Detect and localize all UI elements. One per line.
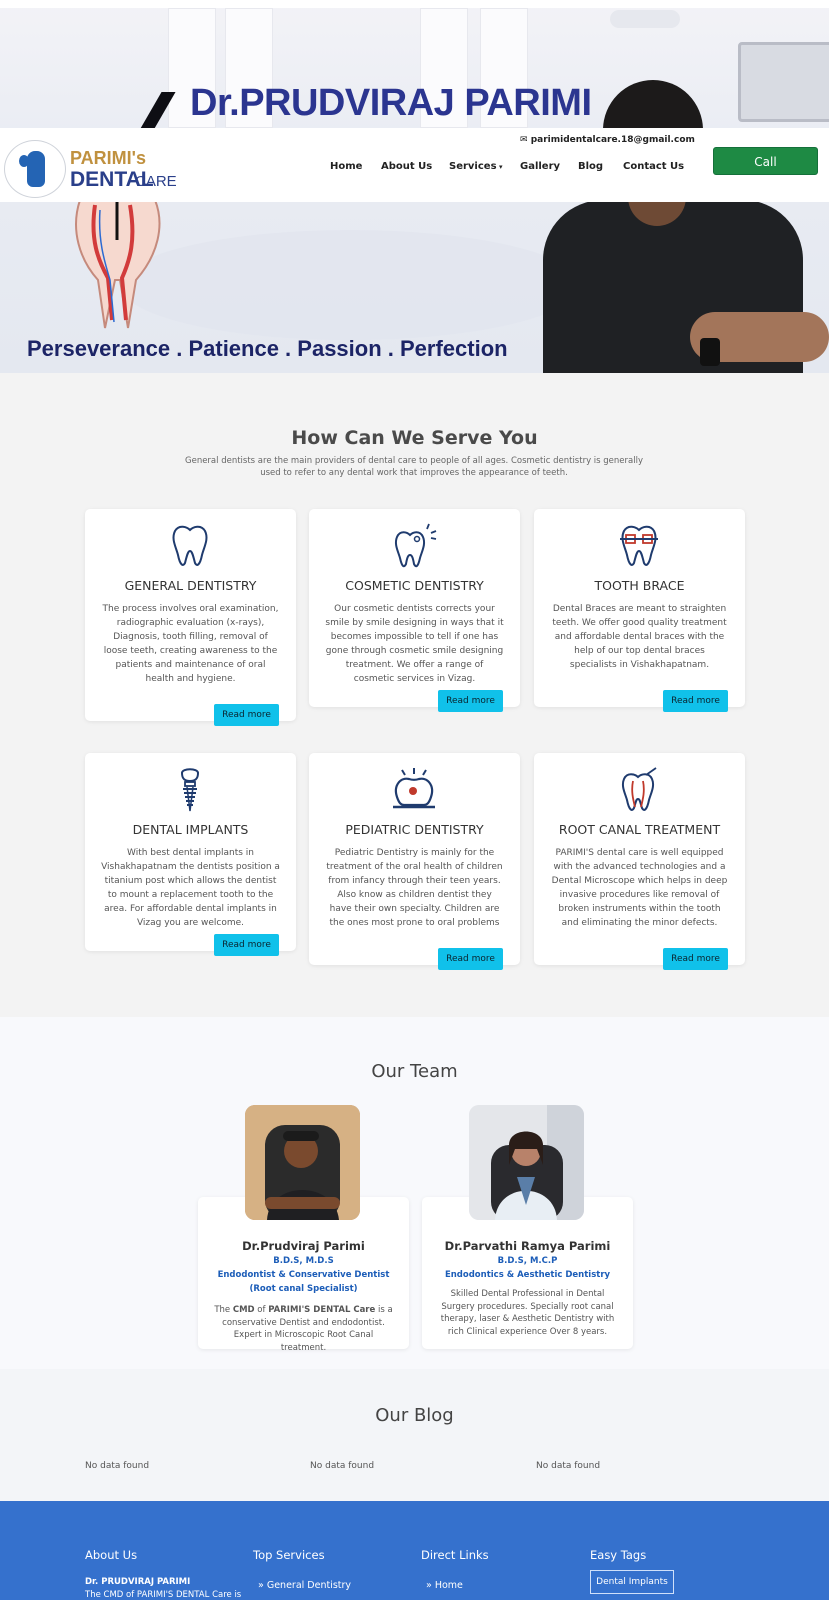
pediatric-tooth-icon (393, 768, 435, 809)
footer-service-link-label: General Dentistry (266, 1580, 352, 1591)
double-chevron-right-icon: » (426, 1580, 435, 1591)
hero-top-strip (0, 0, 829, 8)
tooth-icon (172, 525, 208, 566)
root-canal-tooth-illustration (75, 200, 161, 329)
service-description: Dental Braces are meant to straighten te… (552, 604, 727, 670)
service-card-root-canal: ROOT CANAL TREATMENT PARIMI'S dental car… (534, 753, 745, 970)
read-more-button[interactable]: Read more (438, 690, 503, 712)
service-card-cosmetic: COSMETIC DENTISTRY Our cosmetic dentists… (309, 509, 520, 712)
nav-home[interactable]: Home (330, 161, 362, 172)
service-description: PARIMI'S dental care is well equipped wi… (551, 848, 728, 928)
footer-about-title: About Us (85, 1548, 138, 1562)
bio-of: of (254, 1305, 269, 1315)
dental-chair-decor (120, 230, 580, 340)
footer-links-title: Direct Links (421, 1548, 489, 1562)
logo-emblem (4, 140, 66, 198)
tooth-brace-icon (620, 525, 658, 566)
dental-implant-icon (180, 768, 200, 812)
team-member-degree: B.D.S, M.D.S (273, 1256, 334, 1266)
read-more-button[interactable]: Read more (663, 690, 728, 712)
nav-about-us[interactable]: About Us (381, 161, 432, 172)
team-member-role: Endodontist & Conservative Dentist (217, 1270, 390, 1280)
bio-the: The (214, 1305, 233, 1315)
service-description: Our cosmetic dentists corrects your smil… (325, 604, 504, 684)
read-more-button[interactable]: Read more (438, 948, 503, 970)
root-canal-icon (621, 767, 657, 811)
service-description: Pediatric Dentistry is mainly for the tr… (326, 848, 503, 928)
service-title: PEDIATRIC DENTISTRY (345, 822, 484, 837)
footer-about-name: Dr. PRUDVIRAJ PARIMI (85, 1577, 191, 1587)
footer: About Us Dr. PRUDVIRAJ PARIMI The CMD of… (0, 1501, 829, 1600)
services-subtitle: General dentists are the main providers … (185, 456, 643, 478)
read-more-button[interactable]: Read more (663, 948, 728, 970)
sparkling-tooth-icon (394, 523, 437, 568)
footer-home-link[interactable]: » Home (426, 1580, 463, 1591)
bio-cmd: CMD (232, 1305, 255, 1315)
header-email[interactable]: ✉ parimidentalcare.18@gmail.com (520, 135, 695, 145)
team-member-name: Dr.Prudviraj Parimi (242, 1239, 365, 1253)
service-description: The process involves oral examination, r… (102, 604, 279, 684)
monitor-decor (738, 42, 829, 122)
double-chevron-right-icon: » (258, 1580, 267, 1591)
brand-line1: PARIMI's (70, 148, 146, 168)
blog-empty-message: No data found (85, 1461, 150, 1471)
bio-brand: PARIMI'S DENTAL Care (268, 1305, 376, 1315)
footer-tag[interactable]: Dental Implants (590, 1570, 674, 1594)
nav-services[interactable]: Services ▾ (449, 161, 502, 172)
service-card-brace: TOOTH BRACE Dental Braces are meant to s… (534, 509, 745, 712)
read-more-button[interactable]: Read more (214, 934, 279, 956)
nav-blog[interactable]: Blog (578, 161, 603, 172)
lamp-decor (610, 10, 680, 28)
service-card-general: GENERAL DENTISTRY The process involves o… (85, 509, 296, 726)
blog-empty-message: No data found (310, 1461, 375, 1471)
blog-empty-message: No data found (536, 1461, 601, 1471)
nav-gallery[interactable]: Gallery (520, 161, 560, 172)
hero-tagline: Perseverance . Patience . Passion . Perf… (27, 336, 508, 361)
service-title: TOOTH BRACE (594, 578, 685, 593)
brand-line3: CARE (135, 173, 177, 190)
service-card-pediatric: PEDIATRIC DENTISTRY Pediatric Dentistry … (309, 753, 520, 970)
service-title: ROOT CANAL TREATMENT (558, 822, 721, 837)
avatar (469, 1105, 584, 1220)
service-title: GENERAL DENTISTRY (124, 578, 257, 593)
logo-emblem-tooth (27, 151, 45, 187)
brand-logo[interactable]: PARIMI's DENTAL CARE (4, 140, 196, 198)
footer-tags-title: Easy Tags (590, 1548, 647, 1562)
team-member-degree: B.D.S, M.C.P (497, 1256, 558, 1266)
team-member-bio: Skilled Dental Professional in Dental Su… (440, 1289, 615, 1337)
service-card-implants: DENTAL IMPLANTS With best dental implant… (85, 753, 296, 956)
footer-service-link[interactable]: » General Dentistry (258, 1580, 351, 1591)
team-section: Our Team Dr.Prudviraj Parimi B.D.S, M.D.… (0, 1017, 829, 1369)
nav-services-label: Services (449, 161, 497, 172)
hero-doctor-name: Dr.PRUDVIRAJ PARIMI (190, 82, 592, 124)
email-text: parimidentalcare.18@gmail.com (530, 135, 695, 145)
team-title: Our Team (371, 1061, 458, 1082)
team-member-role: Endodontics & Aesthetic Dentistry (444, 1270, 611, 1280)
blog-section: Our Blog No data found No data found No … (0, 1369, 829, 1501)
team-member-name: Dr.Parvathi Ramya Parimi (444, 1239, 611, 1253)
footer-home-link-label: Home (434, 1580, 463, 1591)
watch-decor (700, 338, 720, 366)
footer-services-title: Top Services (253, 1548, 325, 1562)
caret-down-icon: ▾ (496, 163, 503, 171)
avatar (245, 1105, 360, 1220)
services-title: How Can We Serve You (291, 427, 538, 449)
service-title: COSMETIC DENTISTRY (345, 578, 484, 593)
services-section: How Can We Serve You General dentists ar… (0, 373, 829, 1017)
service-description: With best dental implants in Vishakhapat… (101, 848, 280, 928)
envelope-icon: ✉ (520, 135, 528, 145)
team-member-bio: The CMD of PARIMI'S DENTAL Care is a con… (210, 1304, 397, 1354)
team-member-role-detail: (Root canal Specialist) (249, 1284, 358, 1294)
nav-contact-us[interactable]: Contact Us (623, 161, 684, 172)
service-title: DENTAL IMPLANTS (132, 822, 249, 837)
read-more-button[interactable]: Read more (214, 704, 279, 726)
navbar: PARIMI's DENTAL CARE ✉ parimidentalcare.… (0, 128, 829, 202)
call-button[interactable]: Call (713, 147, 818, 175)
footer-about-text: The CMD of PARIMI'S DENTAL Care is (85, 1590, 242, 1600)
blog-title: Our Blog (375, 1405, 454, 1426)
